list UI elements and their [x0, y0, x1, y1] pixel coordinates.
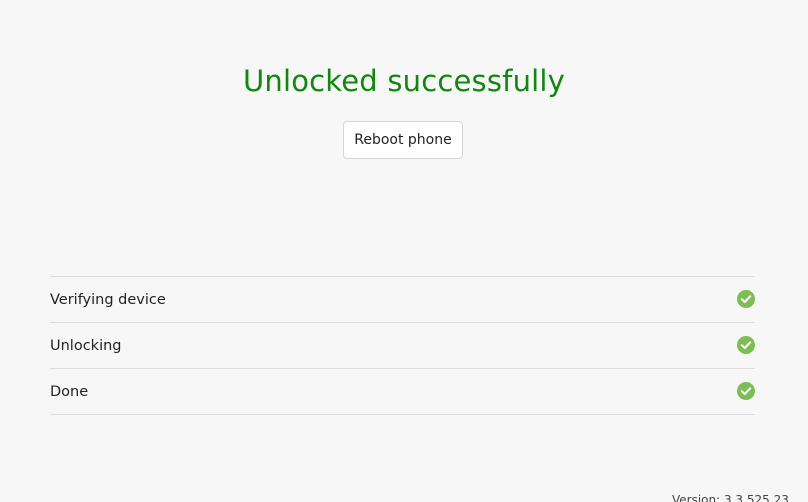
step-done: Done: [50, 369, 755, 415]
version-text: Version: 3.3.525.23: [672, 493, 789, 502]
check-circle-icon: [737, 290, 755, 308]
step-label: Verifying device: [50, 292, 166, 308]
step-unlocking: Unlocking: [50, 323, 755, 369]
check-circle-icon: [737, 382, 755, 400]
reboot-phone-button[interactable]: Reboot phone: [343, 121, 463, 159]
step-label: Unlocking: [50, 338, 122, 354]
step-label: Done: [50, 384, 89, 400]
step-verifying-device: Verifying device: [50, 277, 755, 323]
unlock-result-page: Unlocked successfully Reboot phone Verif…: [0, 0, 808, 502]
check-circle-icon: [737, 336, 755, 354]
progress-steps-list: Verifying device Unlocking Done: [50, 276, 755, 415]
page-title: Unlocked successfully: [242, 64, 566, 98]
